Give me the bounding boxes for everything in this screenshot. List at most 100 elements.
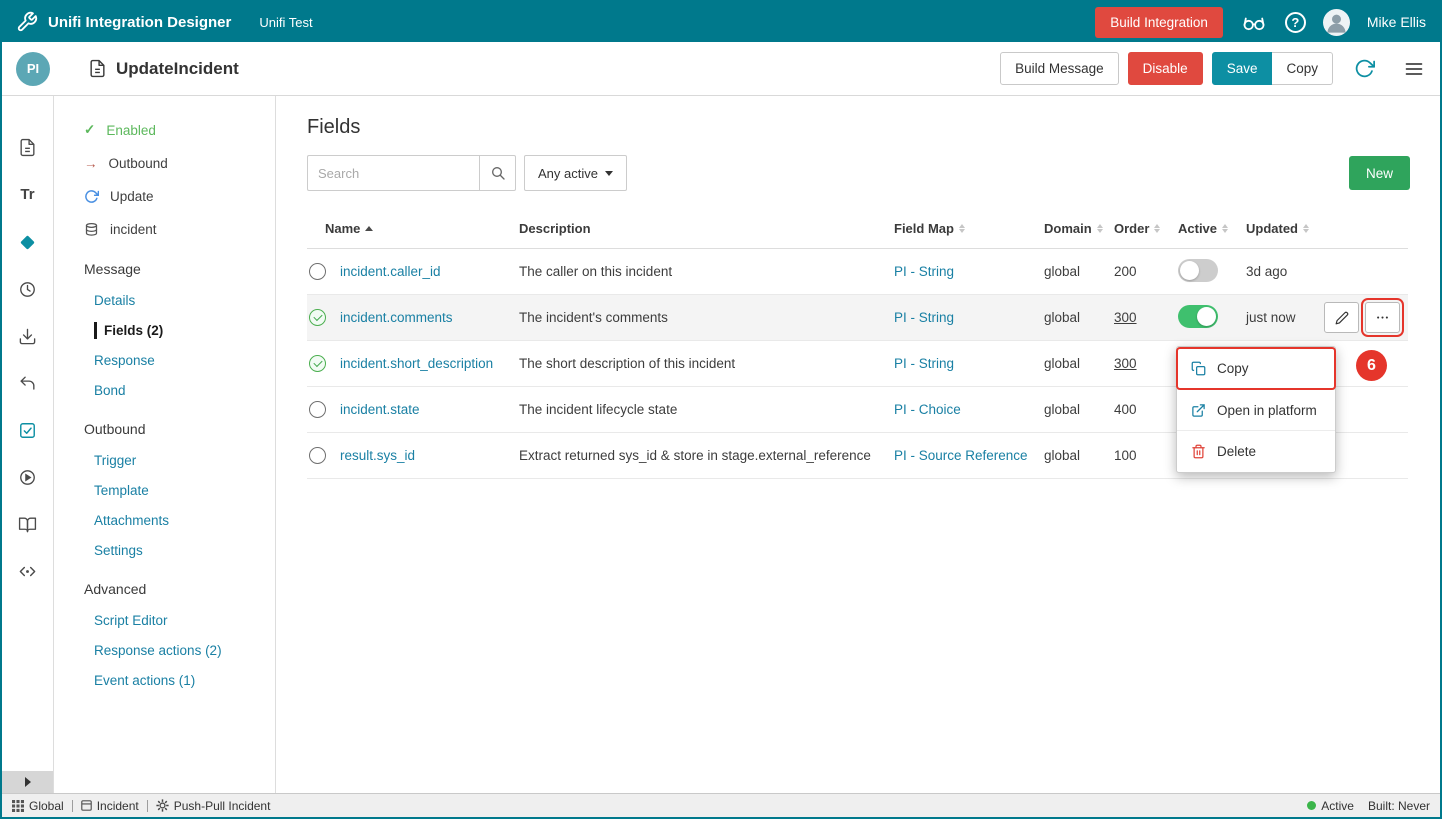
field-order[interactable]: 300	[1114, 356, 1137, 371]
grid-icon	[12, 800, 24, 812]
nav-section-title: Outbound	[84, 421, 275, 439]
nav-section-title: Message	[84, 261, 275, 279]
table-row[interactable]: incident.caller_id The caller on this in…	[307, 249, 1408, 295]
column-header-description[interactable]: Description	[519, 221, 894, 236]
field-map-link[interactable]: PI - Source Reference	[894, 448, 1028, 463]
undo-icon[interactable]	[18, 374, 37, 393]
nav-item-template[interactable]: Template	[94, 482, 275, 499]
nav-status-label: Update	[110, 189, 154, 204]
menu-item-label: Copy	[1217, 361, 1249, 376]
record-indicator[interactable]: Incident	[81, 799, 139, 813]
menu-item-copy[interactable]: Copy	[1177, 348, 1335, 389]
active-toggle[interactable]	[1178, 259, 1218, 282]
user-avatar[interactable]	[1323, 9, 1350, 36]
nav-item-response-actions[interactable]: Response actions (2)	[94, 642, 275, 659]
active-toggle[interactable]	[1178, 305, 1218, 328]
sidebar-nav: ✓ Enabled → Outbound Update incident	[54, 96, 276, 793]
trash-icon	[1191, 444, 1206, 459]
refresh-icon[interactable]	[1354, 58, 1375, 79]
new-button[interactable]: New	[1349, 156, 1410, 190]
nav-item-response[interactable]: Response	[94, 352, 275, 369]
field-name-link[interactable]: incident.caller_id	[340, 264, 441, 279]
topbar-actions: Build Integration ? Mike Ellis	[1095, 7, 1426, 38]
process-avatar[interactable]: PI	[16, 52, 50, 86]
nav-item-settings[interactable]: Settings	[94, 542, 275, 559]
field-map-link[interactable]: PI - Choice	[894, 402, 961, 417]
column-header-active[interactable]: Active	[1178, 221, 1246, 236]
search-button[interactable]	[479, 155, 516, 191]
build-integration-button[interactable]: Build Integration	[1095, 7, 1223, 38]
nav-item-trigger[interactable]: Trigger	[94, 452, 275, 469]
column-header-field-map[interactable]: Field Map	[894, 221, 1044, 236]
preview-glasses-icon[interactable]	[1240, 12, 1268, 32]
column-header-name[interactable]: Name	[307, 221, 519, 236]
field-order: 400	[1114, 402, 1137, 417]
integration-tab[interactable]: Unifi Test	[259, 15, 312, 30]
scope-indicator[interactable]: Global	[12, 799, 64, 813]
history-icon[interactable]	[18, 280, 37, 299]
active-filter-dropdown[interactable]: Any active	[524, 155, 627, 191]
tasks-checkbox-icon[interactable]	[18, 421, 37, 440]
menu-item-label: Open in platform	[1217, 403, 1317, 418]
download-icon[interactable]	[18, 327, 37, 346]
nav-status-label: Outbound	[109, 156, 168, 171]
nav-status-incident[interactable]: incident	[84, 219, 275, 239]
nav-item-bond[interactable]: Bond	[94, 382, 275, 399]
save-button[interactable]: Save	[1212, 52, 1273, 85]
document-icon	[88, 59, 107, 78]
field-map-link[interactable]: PI - String	[894, 356, 954, 371]
text-format-icon[interactable]: Tr	[20, 185, 34, 205]
row-more-actions-button[interactable]	[1365, 302, 1400, 333]
nav-status-outbound[interactable]: → Outbound	[84, 153, 275, 173]
field-description: The short description of this incident	[519, 356, 894, 371]
app-title: Unifi Integration Designer	[48, 14, 231, 31]
nav-item-fields[interactable]: Fields (2)	[94, 322, 275, 339]
code-icon[interactable]	[18, 562, 37, 581]
menu-item-open-in-platform[interactable]: Open in platform	[1177, 389, 1335, 430]
help-icon[interactable]: ?	[1285, 12, 1306, 33]
menu-item-delete[interactable]: Delete	[1177, 430, 1335, 471]
column-header-order[interactable]: Order	[1114, 221, 1178, 236]
gear-icon	[156, 799, 169, 812]
nav-item-attachments[interactable]: Attachments	[94, 512, 275, 529]
disable-button[interactable]: Disable	[1128, 52, 1203, 85]
nav-item-details[interactable]: Details	[94, 292, 275, 309]
field-map-link[interactable]: PI - String	[894, 264, 954, 279]
status-dot-icon	[1307, 801, 1316, 810]
run-play-icon[interactable]	[18, 468, 37, 487]
copy-button[interactable]: Copy	[1272, 52, 1333, 85]
nav-section-message: Message Details Fields (2) Response Bond	[84, 261, 275, 399]
field-domain: global	[1044, 448, 1114, 463]
nav-status-update[interactable]: Update	[84, 186, 275, 206]
nav-item-script-editor[interactable]: Script Editor	[94, 612, 275, 629]
file-text-icon[interactable]	[18, 138, 37, 157]
column-header-updated[interactable]: Updated	[1246, 221, 1324, 236]
field-name-link[interactable]: incident.comments	[340, 310, 453, 325]
field-description: The incident lifecycle state	[519, 402, 894, 417]
build-message-button[interactable]: Build Message	[1000, 52, 1119, 85]
table-row[interactable]: incident.comments The incident's comment…	[307, 295, 1408, 341]
field-order[interactable]: 300	[1114, 310, 1137, 325]
column-header-domain[interactable]: Domain	[1044, 221, 1114, 236]
filter-label: Any active	[538, 166, 598, 181]
hamburger-menu-icon[interactable]	[1402, 59, 1426, 79]
nav-status-enabled[interactable]: ✓ Enabled	[84, 120, 275, 140]
edit-pencil-button[interactable]	[1324, 302, 1359, 333]
nav-item-event-actions[interactable]: Event actions (1)	[94, 672, 275, 689]
sort-asc-icon	[365, 226, 373, 231]
sort-icon	[959, 224, 965, 233]
field-name-link[interactable]: incident.state	[340, 402, 420, 417]
field-map-link[interactable]: PI - String	[894, 310, 954, 325]
search-input[interactable]	[307, 155, 479, 191]
field-name-link[interactable]: result.sys_id	[340, 448, 415, 463]
sidebar-expand-button[interactable]	[2, 771, 53, 793]
send-diamond-icon[interactable]	[18, 233, 37, 252]
sort-icon	[1097, 224, 1103, 233]
section-title: Fields	[307, 116, 1410, 139]
list-controls: Any active New	[307, 155, 1410, 191]
docs-book-icon[interactable]	[18, 515, 37, 534]
field-name-link[interactable]: incident.short_description	[340, 356, 493, 371]
process-indicator[interactable]: Push-Pull Incident	[156, 799, 271, 813]
page-title: UpdateIncident	[116, 59, 239, 79]
nav-section-title: Advanced	[84, 581, 275, 599]
